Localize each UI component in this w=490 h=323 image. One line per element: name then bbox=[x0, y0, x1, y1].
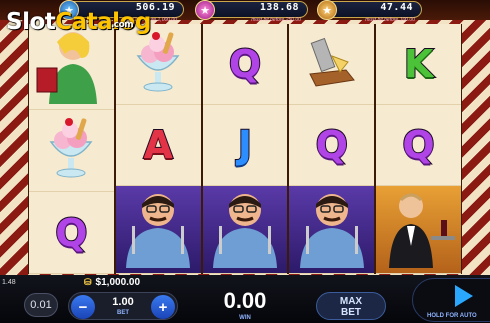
reel-1: Q bbox=[29, 24, 114, 274]
jackpot-meter-gold: ★ 47.44 must hit before 100.00 bbox=[317, 0, 422, 23]
chef-man-icon bbox=[292, 186, 372, 273]
win-label: WIN bbox=[239, 315, 251, 321]
reel-cell: K bbox=[376, 24, 461, 105]
chef-man-icon bbox=[118, 186, 198, 273]
reel-cell bbox=[115, 24, 201, 105]
grater-cheese-icon bbox=[302, 30, 362, 99]
reel-cell bbox=[289, 24, 375, 105]
reel-cell: Q bbox=[376, 105, 461, 186]
coin-value-button[interactable]: 0.01 bbox=[24, 293, 58, 317]
reel-cell: J bbox=[202, 105, 288, 186]
max-bet-button[interactable]: MAX BET bbox=[316, 292, 386, 320]
reel-cell bbox=[29, 110, 114, 192]
spin-button[interactable]: HOLD FOR AUTO bbox=[412, 278, 490, 322]
coin-stack-icon: ⛁ bbox=[84, 277, 92, 287]
chef-man-icon bbox=[205, 186, 285, 273]
jackpot-amount: 138.68 bbox=[259, 2, 299, 13]
watermark-logo: SlotCatalog.com bbox=[6, 9, 173, 35]
jackpot-meter-pink: ★ 138.68 must hit before 250.00 bbox=[195, 0, 308, 23]
star-gem-icon: ★ bbox=[195, 0, 215, 20]
reel-cell: Q bbox=[202, 24, 288, 105]
reel-cell bbox=[115, 186, 201, 274]
play-icon bbox=[455, 285, 473, 307]
symbol-q: Q bbox=[401, 122, 435, 168]
jackpot-amount: 47.44 bbox=[380, 2, 413, 13]
logo-text-slot: Slot bbox=[6, 9, 56, 35]
reel-cell bbox=[202, 186, 288, 274]
reel-grid: QAQJQKQ bbox=[28, 24, 462, 274]
reel-cell: Q bbox=[29, 192, 114, 274]
woman-reading-icon bbox=[31, 24, 111, 109]
symbol-q: Q bbox=[54, 210, 88, 256]
control-bar: 1.48 ⛁ $1,000.00 0.01 − 1.00 BET + 0.00 … bbox=[0, 275, 490, 323]
logo-text-catalog: Catalog bbox=[55, 9, 151, 35]
symbol-a: A bbox=[142, 122, 173, 168]
balance-display: ⛁ $1,000.00 bbox=[84, 277, 140, 288]
reel-cell bbox=[289, 186, 375, 274]
jackpot-caption: must hit before 250.00 bbox=[251, 17, 301, 23]
small-value-readout: 1.48 bbox=[2, 279, 16, 286]
waiter-wine-icon bbox=[379, 186, 459, 273]
win-amount: 0.00 bbox=[223, 288, 267, 313]
symbol-q: Q bbox=[228, 41, 262, 87]
increase-bet-button[interactable]: + bbox=[151, 295, 175, 319]
ice-cream-sundae-icon bbox=[41, 116, 101, 185]
logo-text-com: .com bbox=[110, 20, 134, 30]
ice-cream-sundae-icon bbox=[128, 30, 188, 99]
max-bet-label-line2: BET bbox=[341, 307, 361, 318]
jackpot-caption: must hit before 100.00 bbox=[365, 17, 415, 23]
reel-4: Q bbox=[289, 24, 375, 274]
reel-cell bbox=[29, 24, 114, 110]
symbol-q: Q bbox=[315, 122, 349, 168]
bet-selector: − 1.00 BET + bbox=[68, 292, 178, 320]
reel-5: KQ bbox=[376, 24, 461, 274]
reel-2: A bbox=[115, 24, 201, 274]
reel-3: QJ bbox=[202, 24, 288, 274]
reel-cell: A bbox=[115, 105, 201, 186]
symbol-j: J bbox=[237, 122, 253, 168]
max-bet-label-line1: MAX bbox=[339, 296, 363, 307]
symbol-k: K bbox=[403, 41, 434, 87]
reel-cell: Q bbox=[289, 105, 375, 186]
hold-for-auto-label: HOLD FOR AUTO bbox=[427, 313, 477, 319]
reel-cell bbox=[376, 186, 461, 274]
star-gem-icon: ★ bbox=[317, 0, 337, 20]
balance-amount: $1,000.00 bbox=[95, 277, 141, 288]
